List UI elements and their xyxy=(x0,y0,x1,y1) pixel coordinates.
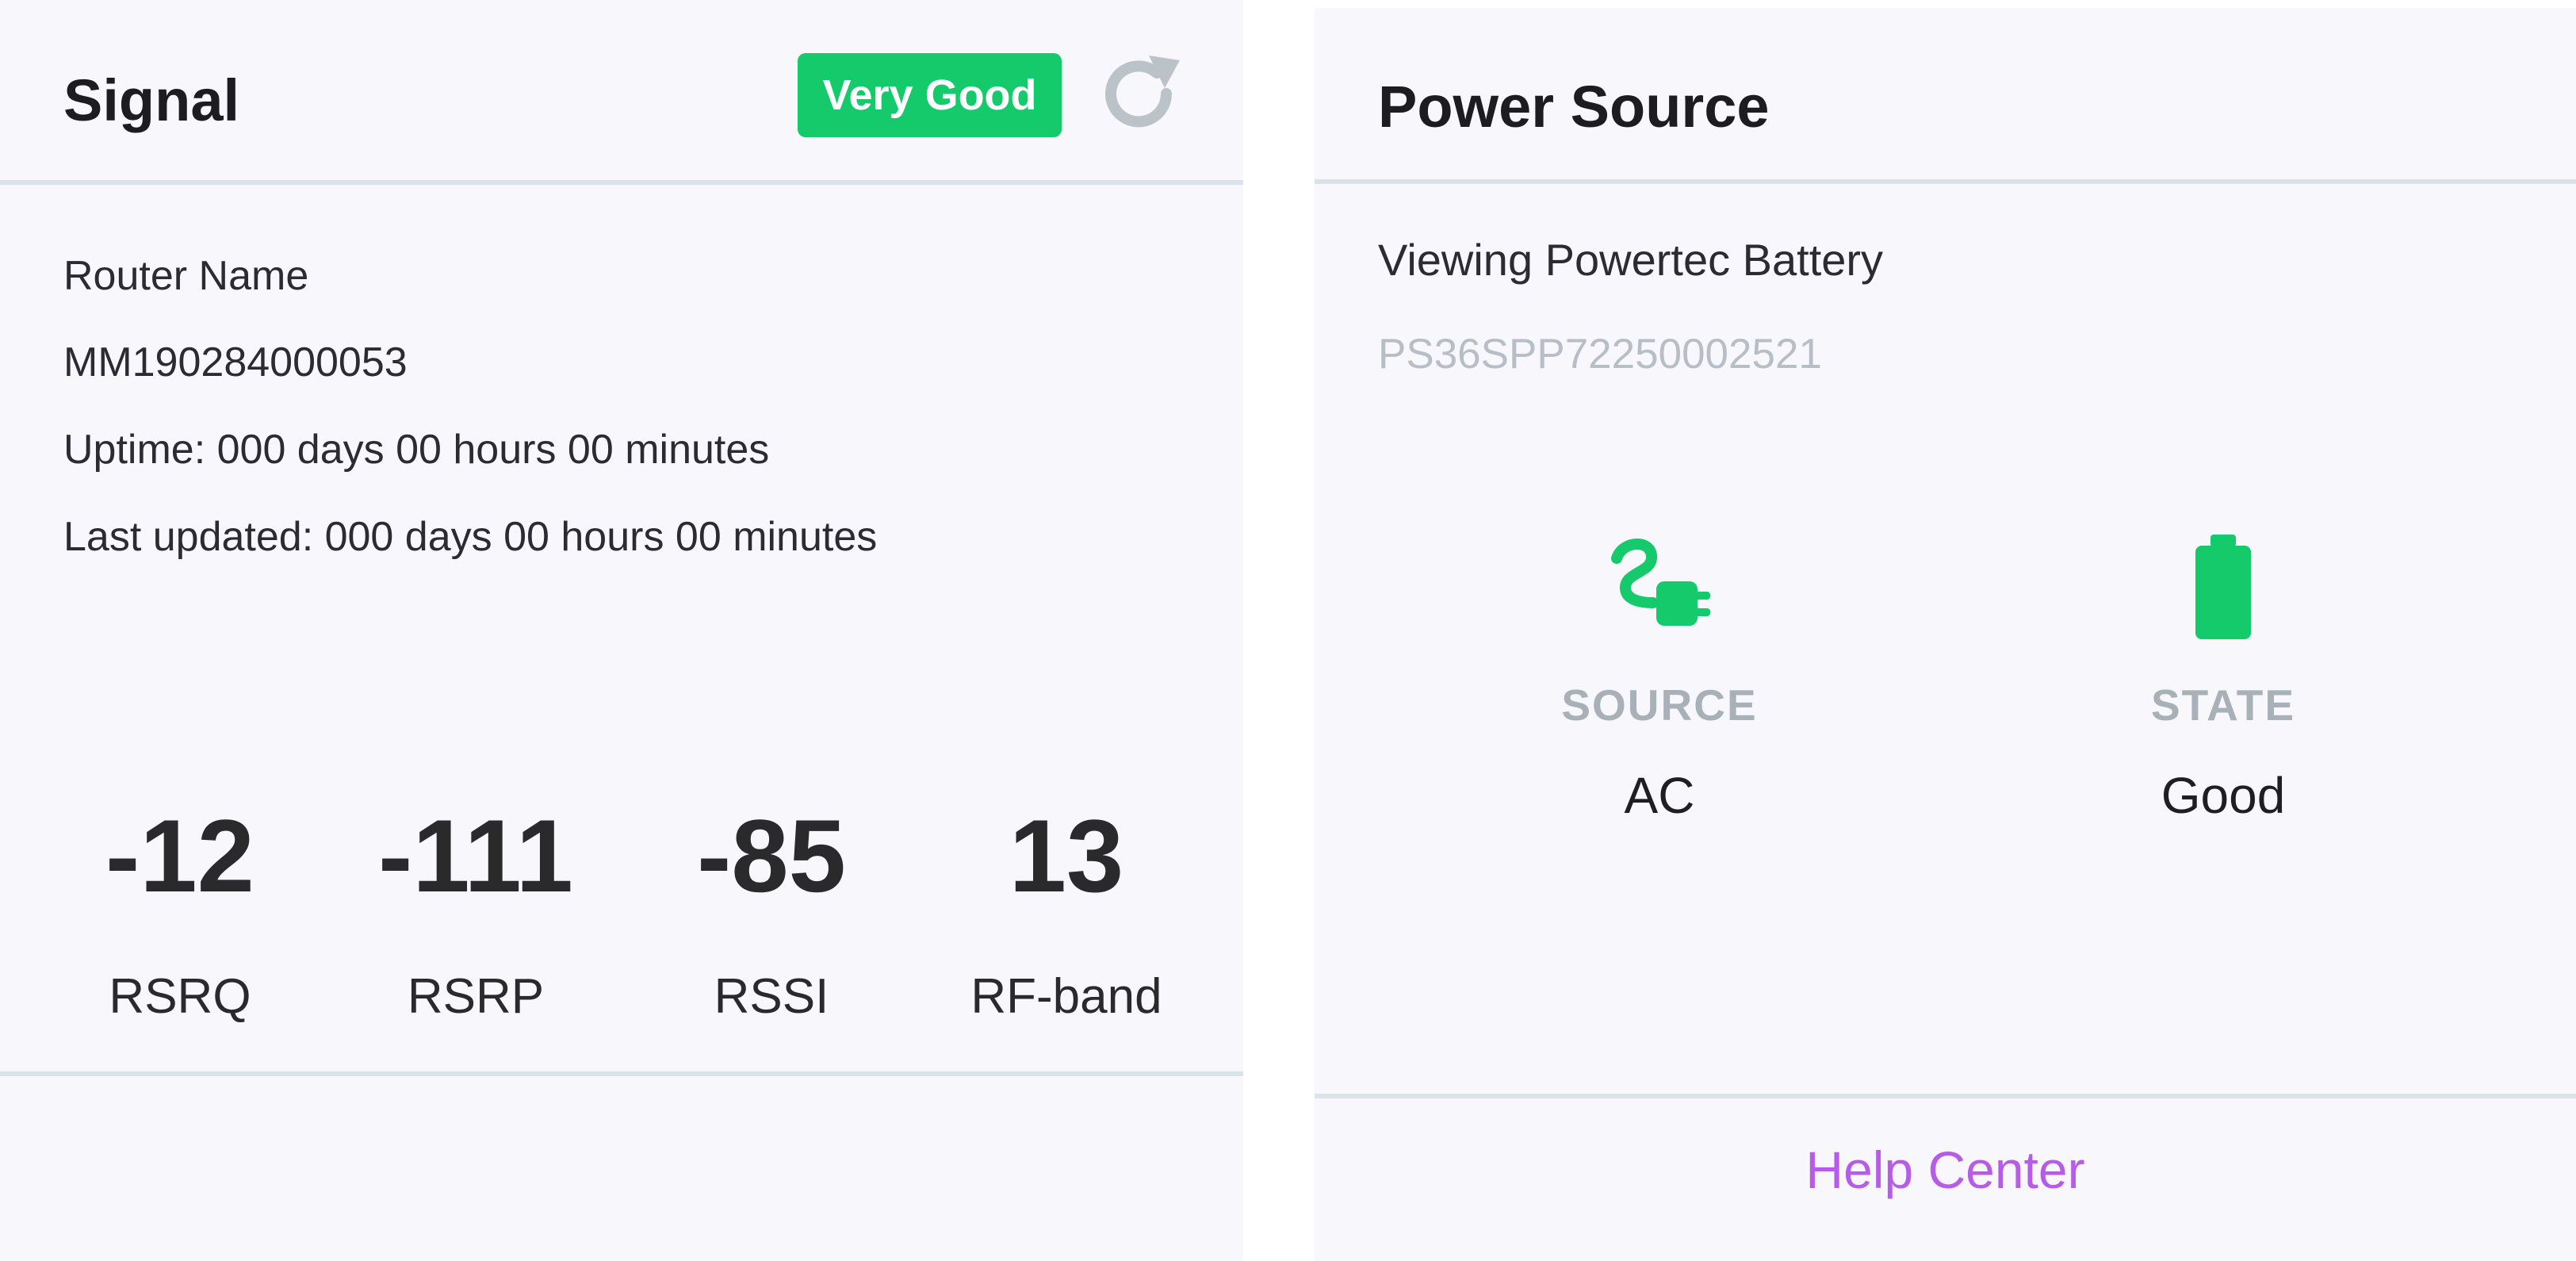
metric-rssi: -85 RSSI xyxy=(653,804,890,1021)
metric-label: RSRP xyxy=(407,969,545,1024)
source-label: SOURCE xyxy=(1561,680,1758,730)
metric-value: -12 xyxy=(105,798,255,914)
power-state-stat: STATE Good xyxy=(2057,535,2390,821)
battery-icon xyxy=(2195,535,2251,639)
source-value: AC xyxy=(1624,767,1695,824)
viewing-battery-text: Viewing Powertec Battery xyxy=(1378,235,1884,285)
metric-label: RSRQ xyxy=(109,969,251,1024)
refresh-button[interactable] xyxy=(1096,51,1185,140)
metric-rsrq: -12 RSRQ xyxy=(61,804,299,1021)
power-header-divider xyxy=(1315,179,2576,184)
plug-icon xyxy=(1611,539,1710,626)
signal-panel: Signal Very Good Router Name MM190284000… xyxy=(0,0,1243,1261)
state-label: STATE xyxy=(2150,680,2296,730)
metric-rf-band: 13 RF-band xyxy=(947,804,1185,1021)
signal-header-divider xyxy=(0,180,1243,185)
power-source-title: Power Source xyxy=(1378,74,1770,140)
metric-value: -111 xyxy=(378,798,573,914)
signal-title: Signal xyxy=(63,67,240,133)
refresh-icon xyxy=(1105,56,1180,128)
metric-label: RSSI xyxy=(714,969,829,1024)
signal-status-badge: Very Good xyxy=(798,53,1062,137)
power-footer-divider xyxy=(1315,1094,2576,1098)
router-name-label: Router Name xyxy=(63,253,309,299)
metric-label: RF-band xyxy=(970,969,1162,1024)
battery-serial: PS36SPP72250002521 xyxy=(1378,331,1822,378)
signal-footer-divider xyxy=(0,1071,1243,1076)
state-value: Good xyxy=(2161,767,2286,824)
router-id: MM190284000053 xyxy=(63,339,408,385)
power-source-panel: Power Source Viewing Powertec Battery PS… xyxy=(1315,8,2576,1261)
uptime-text: Uptime: 000 days 00 hours 00 minutes xyxy=(63,427,770,473)
last-updated-text: Last updated: 000 days 00 hours 00 minut… xyxy=(63,514,878,560)
metric-value: 13 xyxy=(1009,798,1124,914)
metric-rsrp: -111 RSRP xyxy=(357,804,595,1021)
help-center-link[interactable]: Help Center xyxy=(1315,1144,2576,1196)
metric-value: -85 xyxy=(697,798,846,914)
power-source-stat: SOURCE AC xyxy=(1493,535,1826,821)
